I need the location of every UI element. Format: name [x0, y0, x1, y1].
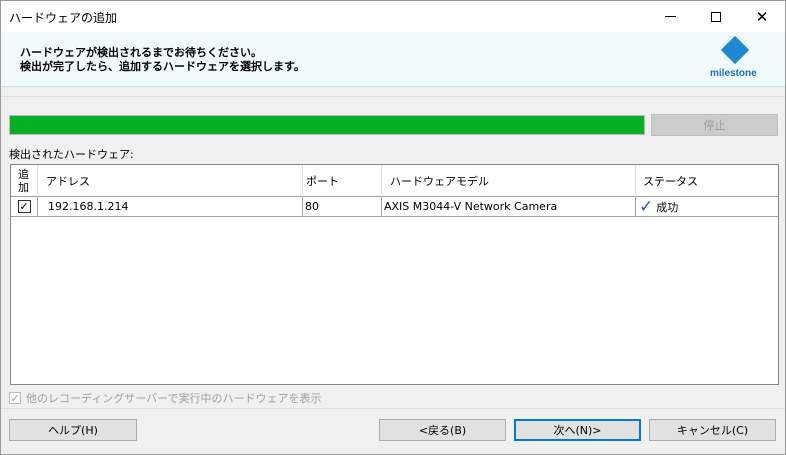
column-header-status[interactable]: ステータス: [636, 165, 778, 197]
table-row[interactable]: ✓ 192.168.1.214 80 AXIS M3044-V Network …: [11, 197, 778, 217]
stop-button[interactable]: 停止: [651, 114, 778, 136]
checkbox-check-icon: ✓: [10, 391, 20, 405]
title-bar[interactable]: ハードウェアの追加 ✕: [1, 1, 785, 32]
minimize-button[interactable]: [647, 1, 693, 32]
cancel-button[interactable]: キャンセル(C): [649, 419, 776, 441]
maximize-icon: [711, 11, 721, 22]
show-other-checkbox[interactable]: ✓: [9, 392, 21, 404]
column-header-model[interactable]: ハードウェアモデル: [382, 165, 636, 197]
minimize-icon: [664, 16, 676, 17]
checkbox-check-icon: ✓: [19, 200, 29, 213]
checkmark-icon: ✓: [639, 196, 654, 217]
header-divider: [1, 86, 785, 87]
detected-hardware-label: 検出されたハードウェア:: [9, 148, 134, 161]
milestone-logo: milestone: [701, 35, 771, 83]
column-header-address[interactable]: アドレス: [38, 165, 303, 197]
close-button[interactable]: ✕: [739, 1, 785, 32]
wizard-header: ハードウェアが検出されるまでお待ちください。 検出が完了したら、追加するハードウ…: [1, 32, 785, 86]
table-header: 追加 アドレス ポート ハードウェアモデル ステータス: [11, 165, 778, 197]
detection-progress-bar: [9, 115, 645, 135]
logo-text: milestone: [710, 68, 757, 79]
add-cell: ✓: [11, 197, 38, 216]
status-cell: ✓ 成功: [636, 197, 778, 216]
show-other-label: 他のレコーディングサーバーで実行中のハードウェアを表示: [26, 392, 322, 405]
header-divider-2: [1, 96, 785, 97]
add-hardware-dialog: ハードウェアの追加 ✕ ハードウェアが検出されるまでお待ちください。 検出が完了…: [0, 0, 786, 455]
model-cell: AXIS M3044-V Network Camera: [382, 197, 636, 216]
status-text: 成功: [656, 200, 679, 214]
logo-diamond-icon: [720, 35, 750, 65]
next-button[interactable]: 次へ(N)>: [514, 419, 641, 441]
footer-divider: [1, 408, 785, 409]
add-checkbox[interactable]: ✓: [17, 200, 31, 213]
column-header-add[interactable]: 追加: [11, 165, 38, 197]
close-icon: ✕: [755, 7, 769, 26]
help-button[interactable]: ヘルプ(H): [9, 419, 137, 441]
maximize-button[interactable]: [693, 1, 739, 32]
window-title: ハードウェアの追加: [9, 11, 118, 25]
show-other-servers-option: ✓ 他のレコーディングサーバーで実行中のハードウェアを表示: [9, 390, 321, 406]
progress-fill: [10, 116, 644, 134]
address-cell: 192.168.1.214: [38, 197, 303, 216]
column-header-port[interactable]: ポート: [303, 165, 382, 197]
back-button[interactable]: <戻る(B): [379, 419, 506, 441]
instruction-line-2: 検出が完了したら、追加するハードウェアを選択します。: [20, 60, 305, 73]
port-cell: 80: [303, 197, 382, 216]
hardware-table[interactable]: 追加 アドレス ポート ハードウェアモデル ステータス ✓ 192.168.1.…: [10, 164, 779, 385]
